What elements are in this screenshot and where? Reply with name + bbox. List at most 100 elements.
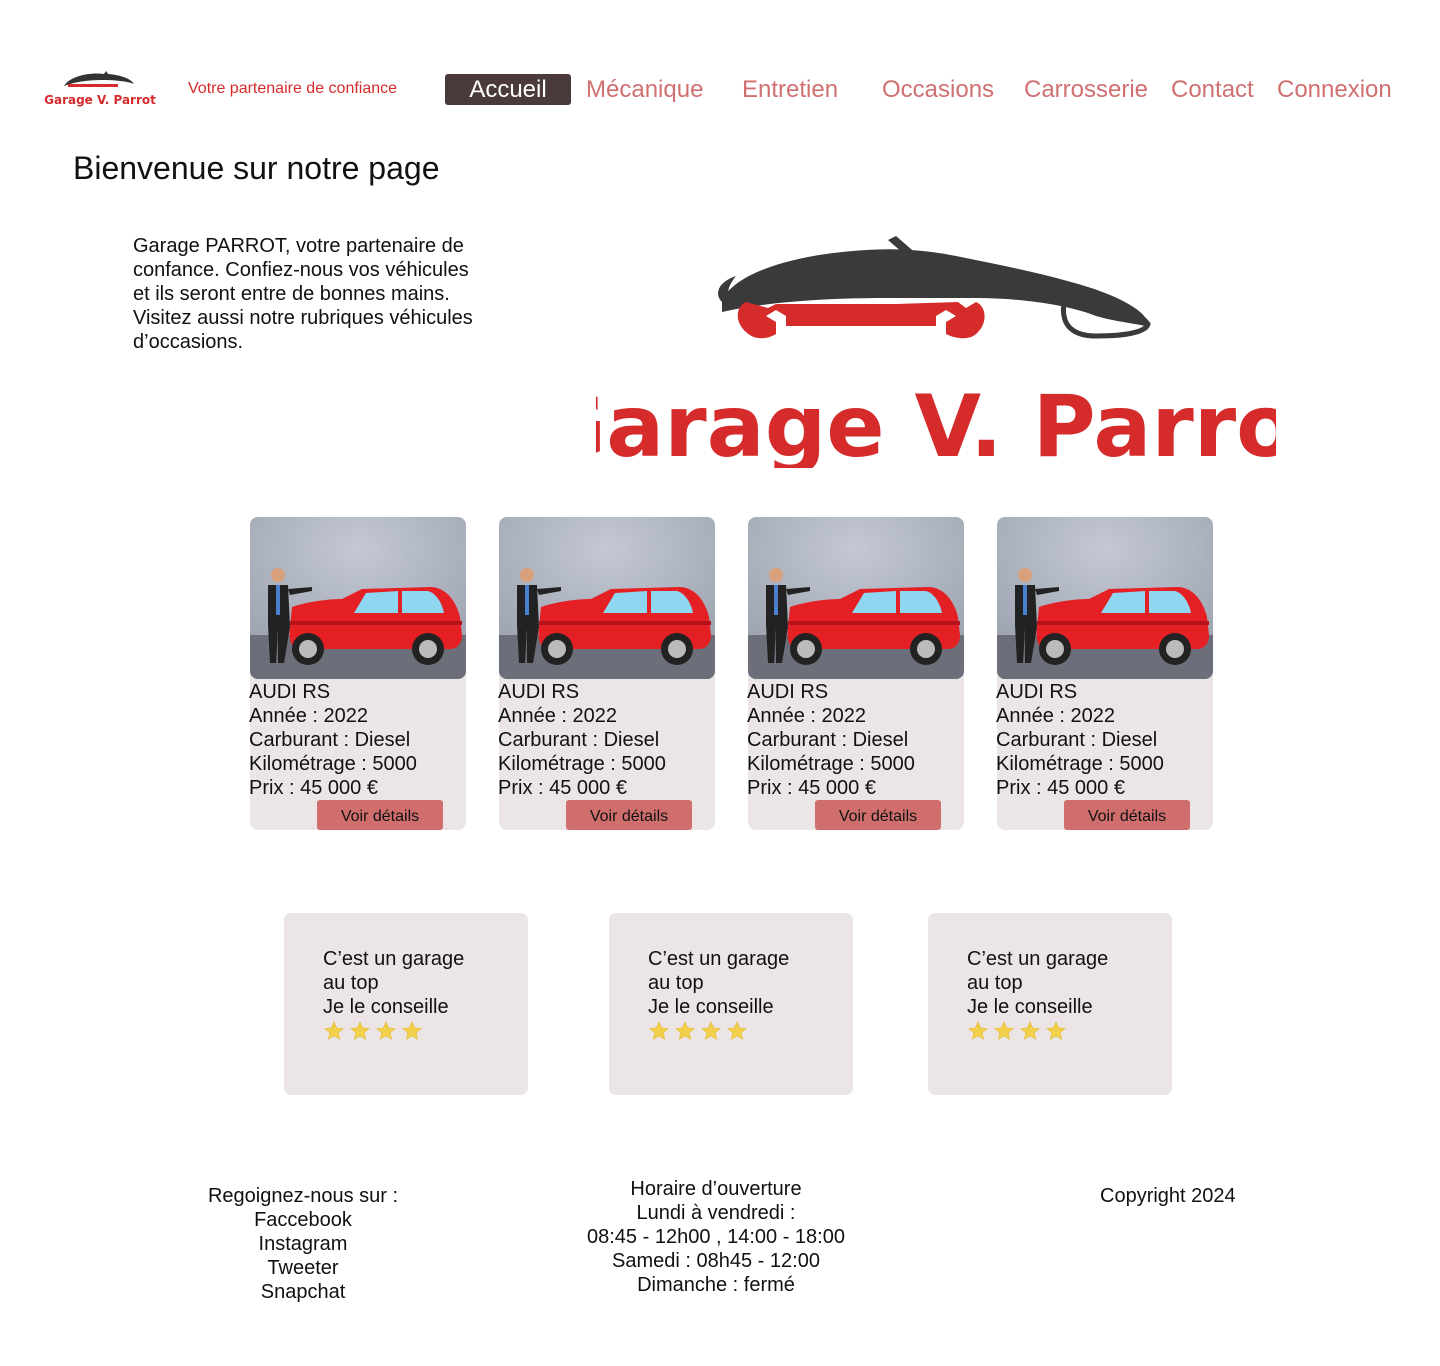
voir-details-button[interactable]: Voir détails <box>1064 800 1190 830</box>
intro-line: et ils seront entre de bonnes mains. <box>133 283 450 305</box>
footer-social-title: Regoignez-nous sur : <box>207 1185 399 1207</box>
review-line: Je le conseille <box>967 996 1093 1018</box>
review-line: au top <box>967 972 1023 994</box>
review-line: au top <box>648 972 704 994</box>
intro-line: Garage PARROT, votre partenaire de <box>133 235 464 257</box>
review-line: C’est un garage <box>967 948 1109 970</box>
review-text: C’est un garage au top Je le conseille <box>323 947 464 1019</box>
star-icon <box>701 1021 721 1040</box>
footer-hours-line: Dimanche : fermé <box>637 1274 795 1296</box>
footer-link-twitter[interactable]: Tweeter <box>202 1256 404 1280</box>
review-line: Je le conseille <box>323 996 449 1018</box>
car-fuel: Carburant : Diesel <box>249 729 411 751</box>
car-info: AUDI RS Année : 2022 Carburant : Diesel … <box>996 680 1164 800</box>
review-card: C’est un garage au top Je le conseille <box>609 913 853 1095</box>
car-info: AUDI RS Année : 2022 Carburant : Diesel … <box>249 680 417 800</box>
review-line: C’est un garage <box>323 948 465 970</box>
footer-link-instagram[interactable]: Instagram <box>202 1232 404 1256</box>
car-year: Année : 2022 <box>249 705 368 727</box>
car-fuel: Carburant : Diesel <box>747 729 909 751</box>
voir-details-button[interactable]: Voir détails <box>566 800 692 830</box>
review-line: Je le conseille <box>648 996 774 1018</box>
nav-accueil[interactable]: Accueil <box>445 74 571 105</box>
star-icon <box>675 1021 695 1040</box>
intro-line: Visitez aussi notre rubriques véhicules <box>133 307 473 329</box>
car-fuel: Carburant : Diesel <box>498 729 660 751</box>
review-line: C’est un garage <box>648 948 790 970</box>
footer-hours-title: Horaire d’ouverture <box>630 1178 802 1200</box>
nav-entretien[interactable]: Entretien <box>742 74 838 105</box>
car-image[interactable] <box>499 517 715 679</box>
car-year: Année : 2022 <box>498 705 617 727</box>
review-card: C’est un garage au top Je le conseille <box>284 913 528 1095</box>
car-card[interactable]: AUDI RS Année : 2022 Carburant : Diesel … <box>249 517 466 830</box>
car-image[interactable] <box>997 517 1213 679</box>
star-icon <box>968 1021 988 1040</box>
car-price: Prix : 45 000 € <box>996 777 1125 799</box>
nav-mecanique[interactable]: Mécanique <box>586 74 703 105</box>
car-year: Année : 2022 <box>747 705 866 727</box>
intro-line: confance. Confiez-nous vos véhicules <box>133 259 469 281</box>
star-rating <box>323 1020 423 1042</box>
car-mileage: Kilométrage : 5000 <box>747 753 915 775</box>
car-photo-icon <box>499 517 715 679</box>
star-rating <box>648 1020 748 1042</box>
car-mileage: Kilométrage : 5000 <box>249 753 417 775</box>
star-icon <box>727 1021 747 1040</box>
car-name: AUDI RS <box>747 681 829 703</box>
star-icon <box>402 1021 422 1040</box>
nav-occasions[interactable]: Occasions <box>882 74 994 105</box>
nav-carrosserie[interactable]: Carrosserie <box>1024 74 1148 105</box>
car-photo-icon <box>250 517 466 679</box>
footer-link-facebook[interactable]: Faccebook <box>202 1208 404 1232</box>
car-card[interactable]: AUDI RS Année : 2022 Carburant : Diesel … <box>498 517 715 830</box>
footer-link-snapchat[interactable]: Snapchat <box>202 1280 404 1304</box>
review-line: au top <box>323 972 379 994</box>
car-name: AUDI RS <box>996 681 1078 703</box>
star-icon <box>649 1021 669 1040</box>
car-name: AUDI RS <box>498 681 580 703</box>
logo-small-text: Garage V. Parrot <box>44 93 156 107</box>
nav-contact[interactable]: Contact <box>1171 74 1254 105</box>
footer-hours-line: 08:45 - 12h00 , 14:00 - 18:00 <box>587 1226 845 1248</box>
garage-logo-small[interactable]: Garage V. Parrot <box>44 66 156 110</box>
garage-logo-hero: Garage V. Parrot <box>596 236 1276 468</box>
car-card[interactable]: AUDI RS Année : 2022 Carburant : Diesel … <box>747 517 964 830</box>
car-name: AUDI RS <box>249 681 331 703</box>
voir-details-button[interactable]: Voir détails <box>815 800 941 830</box>
car-mileage: Kilométrage : 5000 <box>996 753 1164 775</box>
star-icon <box>1046 1021 1066 1040</box>
car-image[interactable] <box>250 517 466 679</box>
footer-hours: Horaire d’ouverture Lundi à vendredi : 0… <box>566 1177 866 1297</box>
review-text: C’est un garage au top Je le conseille <box>967 947 1108 1019</box>
star-icon <box>994 1021 1014 1040</box>
review-card: C’est un garage au top Je le conseille <box>928 913 1172 1095</box>
car-price: Prix : 45 000 € <box>498 777 627 799</box>
footer-social: Regoignez-nous sur : Faccebook Instagram… <box>202 1184 404 1304</box>
review-text: C’est un garage au top Je le conseille <box>648 947 789 1019</box>
intro-text: Garage PARROT, votre partenaire de confa… <box>133 234 523 354</box>
car-info: AUDI RS Année : 2022 Carburant : Diesel … <box>747 680 915 800</box>
star-icon <box>376 1021 396 1040</box>
car-photo-icon <box>748 517 964 679</box>
star-rating <box>967 1020 1067 1042</box>
car-mileage: Kilométrage : 5000 <box>498 753 666 775</box>
footer-copyright: Copyright 2024 <box>1100 1185 1236 1207</box>
car-card[interactable]: AUDI RS Année : 2022 Carburant : Diesel … <box>996 517 1213 830</box>
star-icon <box>350 1021 370 1040</box>
car-price: Prix : 45 000 € <box>747 777 876 799</box>
voir-details-button[interactable]: Voir détails <box>317 800 443 830</box>
intro-line: d’occasions. <box>133 331 244 353</box>
car-info: AUDI RS Année : 2022 Carburant : Diesel … <box>498 680 666 800</box>
hero-logo-text: Garage V. Parrot <box>596 377 1276 468</box>
page-title: Bienvenue sur notre page <box>73 150 440 186</box>
car-image[interactable] <box>748 517 964 679</box>
car-price: Prix : 45 000 € <box>249 777 378 799</box>
car-year: Année : 2022 <box>996 705 1115 727</box>
car-photo-icon <box>997 517 1213 679</box>
star-icon <box>324 1021 344 1040</box>
car-fuel: Carburant : Diesel <box>996 729 1158 751</box>
star-icon <box>1020 1021 1040 1040</box>
nav-connexion[interactable]: Connexion <box>1277 74 1392 105</box>
footer-hours-line: Samedi : 08h45 - 12:00 <box>612 1250 820 1272</box>
